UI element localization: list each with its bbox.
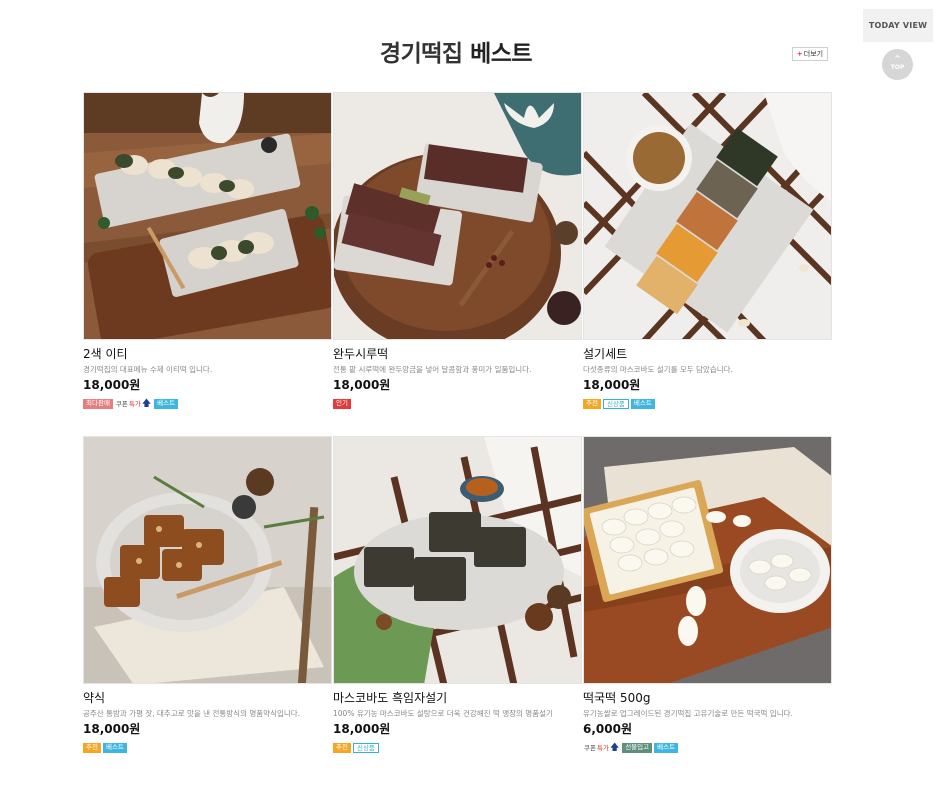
product-image[interactable] bbox=[583, 436, 832, 684]
product-image[interactable] bbox=[333, 436, 582, 684]
badge-recommend: 추천 bbox=[333, 743, 351, 753]
product-price: 18,000원 bbox=[83, 378, 141, 392]
product-card[interactable]: 떡국떡 500g 유기농쌀로 업그레이드된 경기떡집 고유기술로 만든 떡국떡 … bbox=[583, 436, 832, 754]
badge-best: 베스트 bbox=[154, 399, 179, 409]
page-title: 경기떡집 베스트 bbox=[379, 41, 533, 67]
product-image[interactable] bbox=[333, 92, 582, 340]
arrow-up-icon: 🡅 bbox=[141, 398, 152, 409]
product-image[interactable] bbox=[583, 92, 832, 340]
badge-best-seller: 최다판매 bbox=[83, 399, 113, 409]
today-view-panel[interactable]: TODAY VIEW bbox=[863, 9, 933, 42]
product-card[interactable]: 2색 이티 경기떡집의 대표메뉴 수제 이티떡 입니다. 18,000원 최다판… bbox=[83, 92, 332, 410]
badge-recommend: 추천 bbox=[583, 399, 601, 409]
product-name[interactable]: 떡국떡 500g bbox=[583, 690, 832, 706]
product-desc: 100% 유기농 마스코바도 설탕으로 더욱 건강해진 떡 맹장의 명품설기 bbox=[333, 709, 553, 718]
product-card[interactable]: 약식 공주산 통밤과 가평 잣, 대추고로 맛을 낸 전통방식의 명품약식입니다… bbox=[83, 436, 332, 754]
badge-best: 베스트 bbox=[630, 399, 655, 409]
product-image[interactable] bbox=[83, 436, 332, 684]
badge-recommend: 추천 bbox=[83, 743, 101, 753]
special-label: 특가 bbox=[128, 399, 141, 408]
badge-coupon: 쿠폰 특가 🡅 bbox=[115, 399, 152, 409]
product-price: 6,000원 bbox=[583, 722, 632, 736]
badge-new: 신상품 bbox=[352, 743, 379, 753]
badge-list: 추천 신상품 베스트 bbox=[583, 398, 832, 410]
special-label: 특가 bbox=[596, 743, 609, 752]
badge-list: 인기 bbox=[333, 398, 582, 410]
badge-list: 최다판매 쿠폰 특가 🡅 베스트 bbox=[83, 398, 332, 410]
arrow-up-icon: 🡅 bbox=[609, 742, 620, 753]
product-desc: 공주산 통밤과 가평 잣, 대추고로 맛을 낸 전통방식의 명품약식입니다. bbox=[83, 709, 301, 718]
product-name[interactable]: 2색 이티 bbox=[83, 346, 332, 362]
product-desc: 유기농쌀로 업그레이드된 경기떡집 고유기술로 만든 떡국떡 입니다. bbox=[583, 709, 793, 718]
product-card[interactable]: 마스코바도 흑임자설기 100% 유기농 마스코바도 설탕으로 더욱 건강해진 … bbox=[333, 436, 582, 754]
product-name[interactable]: 완두시루떡 bbox=[333, 346, 582, 362]
product-price: 18,000원 bbox=[83, 722, 141, 736]
coupon-label: 쿠폰 bbox=[115, 399, 128, 408]
product-name[interactable]: 마스코바도 흑임자설기 bbox=[333, 690, 582, 706]
badge-list: 쿠폰 특가 🡅 선물입고 베스트 bbox=[583, 742, 832, 754]
plus-icon: + bbox=[796, 50, 803, 58]
product-image[interactable] bbox=[83, 92, 332, 340]
badge-list: 추천 베스트 bbox=[83, 742, 332, 754]
coupon-label: 쿠폰 bbox=[584, 743, 596, 752]
product-price: 18,000원 bbox=[333, 722, 391, 736]
product-name[interactable]: 약식 bbox=[83, 690, 332, 706]
more-button[interactable]: +더보기 bbox=[792, 47, 828, 61]
product-desc: 전통 팥 시루떡에 완두앙금을 넣어 달콤함과 풍미가 일품입니다. bbox=[333, 365, 532, 374]
badge-popular: 인기 bbox=[333, 399, 351, 409]
product-desc: 경기떡집의 대표메뉴 수제 이티떡 입니다. bbox=[83, 365, 213, 374]
product-price: 18,000원 bbox=[333, 378, 391, 392]
badge-coupon: 쿠폰 특가 🡅 bbox=[583, 743, 620, 753]
arrow-up-icon: ^ bbox=[894, 54, 901, 63]
more-label: 더보기 bbox=[803, 50, 824, 58]
product-card[interactable]: 설기세트 다섯종류의 마스코바도 설기를 모두 담았습니다. 18,000원 추… bbox=[583, 92, 832, 410]
badge-new: 신상품 bbox=[602, 399, 629, 409]
product-desc: 다섯종류의 마스코바도 설기를 모두 담았습니다. bbox=[583, 365, 733, 374]
badge-list: 추천 신상품 bbox=[333, 742, 582, 754]
badge-restock: 선물입고 bbox=[622, 743, 653, 753]
product-name[interactable]: 설기세트 bbox=[583, 346, 832, 362]
scroll-top-button[interactable]: ^ TOP bbox=[882, 49, 913, 80]
badge-best: 베스트 bbox=[102, 743, 127, 753]
product-card[interactable]: 완두시루떡 전통 팥 시루떡에 완두앙금을 넣어 달콤함과 풍미가 일품입니다.… bbox=[333, 92, 582, 410]
top-label: TOP bbox=[890, 64, 905, 71]
product-price: 18,000원 bbox=[583, 378, 641, 392]
badge-best: 베스트 bbox=[654, 743, 679, 753]
